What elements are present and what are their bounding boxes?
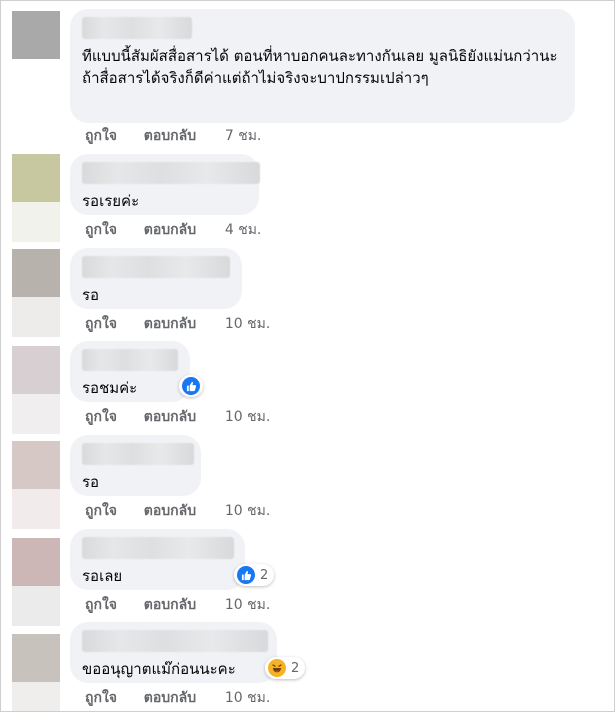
comment-actions: ถูกใจ ตอบกลับ 10 ชม. [85,501,270,521]
comment-actions: ถูกใจ ตอบกลับ 4 ชม. [85,220,261,240]
comment-text: รอ [82,473,100,491]
avatar-background [12,682,60,711]
author-name-blurred[interactable] [82,537,234,559]
avatar-image [12,441,60,489]
reply-link[interactable]: ตอบกลับ [144,501,196,521]
avatar[interactable] [12,538,60,626]
author-name-blurred[interactable] [82,162,260,184]
author-name-blurred[interactable] [82,256,230,278]
reaction-count: 2 [260,567,269,583]
comment-bubble: รอ [70,248,242,309]
like-link[interactable]: ถูกใจ [85,126,117,146]
avatar[interactable] [12,154,60,242]
author-name-blurred[interactable] [82,630,268,652]
like-link[interactable]: ถูกใจ [85,501,117,521]
comment-actions: ถูกใจ ตอบกลับ 7 ชม. [85,126,261,146]
avatar-image [12,538,60,586]
comment-text: ทีแบบนี้สัมผัสสื่อสารได้ ตอนที่หาบอกคนละ… [82,47,558,87]
comment-thread: ทีแบบนี้สัมผัสสื่อสารได้ ตอนที่หาบอกคนละ… [0,0,615,712]
avatar[interactable] [12,441,60,529]
author-name-blurred[interactable] [82,17,192,39]
avatar[interactable] [12,249,60,337]
reply-link[interactable]: ตอบกลับ [144,688,196,708]
comment-bubble: รอเลย [70,529,245,590]
reaction-summary[interactable]: 2 [265,657,306,679]
comment-bubble: รอเรยค่ะ [70,154,260,215]
timestamp[interactable]: 10 ชม. [225,595,270,615]
avatar[interactable] [12,11,60,59]
comment-bubble: ขออนุญาตแม๊ก่อนนะคะ [70,622,277,683]
avatar[interactable] [12,634,60,711]
reply-link[interactable]: ตอบกลับ [144,407,196,427]
comment-actions: ถูกใจ ตอบกลับ 10 ชม. [85,688,270,708]
timestamp[interactable]: 10 ชม. [225,688,270,708]
like-link[interactable]: ถูกใจ [85,314,117,334]
avatar-image [12,249,60,297]
like-link[interactable]: ถูกใจ [85,688,117,708]
comment-bubble: รอชมค่ะ [70,341,190,402]
avatar[interactable] [12,346,60,434]
comment-actions: ถูกใจ ตอบกลับ 10 ชม. [85,595,270,615]
comment-text: รอเลย [82,567,123,585]
comment-text: รอ [82,286,100,304]
timestamp[interactable]: 10 ชม. [225,314,270,334]
reaction-summary[interactable]: 2 [234,564,275,586]
comment-text: รอเรยค่ะ [82,192,140,210]
avatar-background [12,586,60,626]
comment-text: รอชมค่ะ [82,379,138,397]
timestamp[interactable]: 10 ชม. [225,501,270,521]
haha-reaction-icon [268,659,286,677]
author-name-blurred[interactable] [82,349,178,371]
avatar-image [12,346,60,394]
avatar-background [12,394,60,434]
comment-bubble: ทีแบบนี้สัมผัสสื่อสารได้ ตอนที่หาบอกคนละ… [70,9,575,123]
avatar-background [12,489,60,529]
timestamp[interactable]: 7 ชม. [225,126,262,146]
reply-link[interactable]: ตอบกลับ [144,314,196,334]
reaction-summary[interactable] [179,375,203,397]
avatar-image [12,634,60,682]
reply-link[interactable]: ตอบกลับ [144,595,196,615]
reaction-count: 2 [291,660,300,676]
reply-link[interactable]: ตอบกลับ [144,220,196,240]
timestamp[interactable]: 10 ชม. [225,407,270,427]
comment-text: ขออนุญาตแม๊ก่อนนะคะ [82,660,236,678]
like-link[interactable]: ถูกใจ [85,407,117,427]
avatar-image [12,154,60,202]
like-link[interactable]: ถูกใจ [85,220,117,240]
author-name-blurred[interactable] [82,443,194,465]
comment-actions: ถูกใจ ตอบกลับ 10 ชม. [85,407,270,427]
avatar-image [12,11,60,59]
avatar-background [12,297,60,337]
timestamp[interactable]: 4 ชม. [225,220,262,240]
comment-bubble: รอ [70,435,201,496]
avatar-background [12,202,60,242]
like-link[interactable]: ถูกใจ [85,595,117,615]
like-reaction-icon [182,377,200,395]
comment-actions: ถูกใจ ตอบกลับ 10 ชม. [85,314,270,334]
like-reaction-icon [237,566,255,584]
reply-link[interactable]: ตอบกลับ [144,126,196,146]
